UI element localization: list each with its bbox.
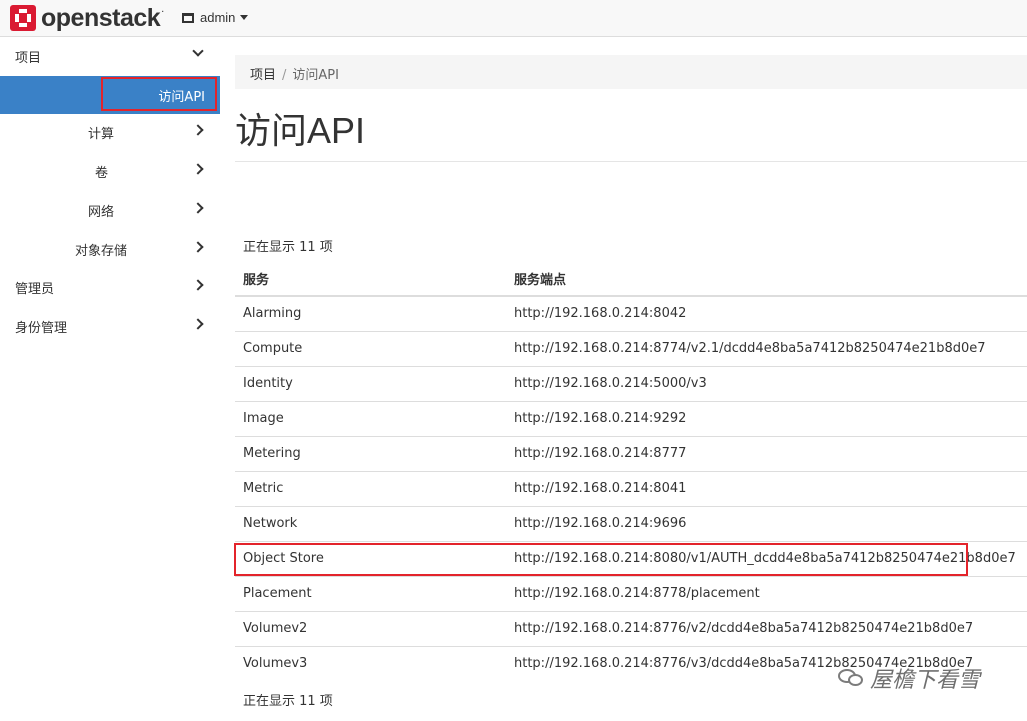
table-row: Alarming http://192.168.0.214:8042 (235, 295, 1027, 331)
service-endpoint: http://192.168.0.214:8042 (506, 295, 1027, 331)
page-title: 访问API (235, 110, 366, 151)
table-row: Metering http://192.168.0.214:8777 (235, 435, 1027, 471)
chevron-down-icon (192, 45, 204, 57)
service-name: Metering (235, 435, 506, 471)
breadcrumb-project-link[interactable]: 项目 (250, 68, 276, 83)
chevron-right-icon (192, 163, 204, 175)
table-row: Identity http://192.168.0.214:5000/v3 (235, 365, 1027, 401)
brand-mark: . (161, 4, 165, 15)
breadcrumb-separator: / (282, 68, 287, 83)
caret-down-icon (240, 15, 249, 20)
sidebar-item-label: 管理员 (15, 282, 55, 297)
sidebar-item-label: 身份管理 (15, 321, 68, 336)
sidebar-item-network[interactable]: 网络 (0, 191, 220, 229)
sidebar-item-label: 卷 (95, 166, 109, 181)
watermark: 屋檐下看雪 (838, 662, 980, 694)
service-endpoint: http://192.168.0.214:8777 (506, 435, 1027, 471)
sidebar-item-label: 访问API (158, 90, 205, 105)
chevron-right-icon (192, 241, 204, 253)
table-row: Image http://192.168.0.214:9292 (235, 400, 1027, 436)
service-endpoint: http://192.168.0.214:8041 (506, 470, 1027, 506)
item-count-bottom: 正在显示 11 项 (243, 694, 333, 709)
sidebar-item-label: 对象存储 (75, 244, 128, 259)
service-name: Alarming (235, 295, 506, 331)
project-icon (182, 12, 194, 23)
sidebar-item-label: 项目 (15, 51, 42, 66)
sidebar-item-admin[interactable]: 管理员 (0, 268, 220, 306)
chevron-right-icon (192, 202, 204, 214)
service-name: Identity (235, 365, 506, 401)
service-endpoint: http://192.168.0.214:8774/v2.1/dcdd4e8ba… (506, 330, 1027, 366)
project-dropdown[interactable]: admin (182, 10, 249, 25)
sidebar: 项目 访问API 计算 卷 网络 对象存储 管理员 身份管理 (0, 37, 220, 721)
service-name: Placement (235, 575, 506, 611)
table-row: Placement http://192.168.0.214:8778/place… (235, 575, 1027, 611)
sidebar-item-label: 计算 (88, 127, 115, 142)
openstack-logo-icon (10, 5, 36, 31)
breadcrumb-current: 访问API (292, 68, 339, 83)
service-endpoint: http://192.168.0.214:8778/placement (506, 575, 1027, 611)
service-name: Compute (235, 330, 506, 366)
sidebar-item-compute[interactable]: 计算 (0, 113, 220, 151)
service-name: Metric (235, 470, 506, 506)
sidebar-item-access-api[interactable]: 访问API (0, 76, 220, 114)
sidebar-item-project[interactable]: 项目 (0, 37, 220, 75)
wechat-icon (838, 667, 864, 689)
chevron-right-icon (192, 318, 204, 330)
table-row: Network http://192.168.0.214:9696 (235, 505, 1027, 541)
sidebar-item-label: 网络 (88, 205, 115, 220)
service-endpoint: http://192.168.0.214:5000/v3 (506, 365, 1027, 401)
brand-name: openstack (41, 3, 161, 32)
chevron-right-icon (192, 124, 204, 136)
service-name: Volumev3 (235, 645, 506, 681)
watermark-text: 屋檐下看雪 (870, 668, 981, 693)
openstack-logo[interactable]: openstack . (10, 4, 164, 32)
chevron-right-icon (192, 279, 204, 291)
sidebar-item-volumes[interactable]: 卷 (0, 152, 220, 190)
top-navbar: openstack . admin (0, 0, 1027, 37)
service-name: Network (235, 505, 506, 541)
service-endpoint: http://192.168.0.214:9696 (506, 505, 1027, 541)
title-divider (235, 161, 1027, 162)
table-row: Compute http://192.168.0.214:8774/v2.1/dc… (235, 330, 1027, 366)
service-name: Volumev2 (235, 610, 506, 646)
item-count-top: 正在显示 11 项 (243, 240, 333, 255)
breadcrumb: 项目 / 访问API (235, 55, 1027, 89)
column-header-endpoint[interactable]: 服务端点 (506, 262, 1027, 297)
table-row: Volumev2 http://192.168.0.214:8776/v2/dcd… (235, 610, 1027, 646)
column-header-service[interactable]: 服务 (235, 262, 506, 297)
table-header-row: 服务 服务端点 (235, 262, 1027, 297)
project-dropdown-label: admin (200, 10, 236, 25)
service-endpoint: http://192.168.0.214:8776/v2/dcdd4e8ba5a… (506, 610, 1027, 646)
api-endpoints-table: 服务 服务端点 Alarming http://192.168.0.214:804… (235, 262, 1027, 681)
service-endpoint: http://192.168.0.214:9292 (506, 400, 1027, 436)
sidebar-item-identity[interactable]: 身份管理 (0, 307, 220, 345)
service-name: Image (235, 400, 506, 436)
sidebar-item-object-store[interactable]: 对象存储 (0, 230, 220, 268)
table-row: Metric http://192.168.0.214:8041 (235, 470, 1027, 506)
object-store-highlight-box (234, 543, 968, 576)
